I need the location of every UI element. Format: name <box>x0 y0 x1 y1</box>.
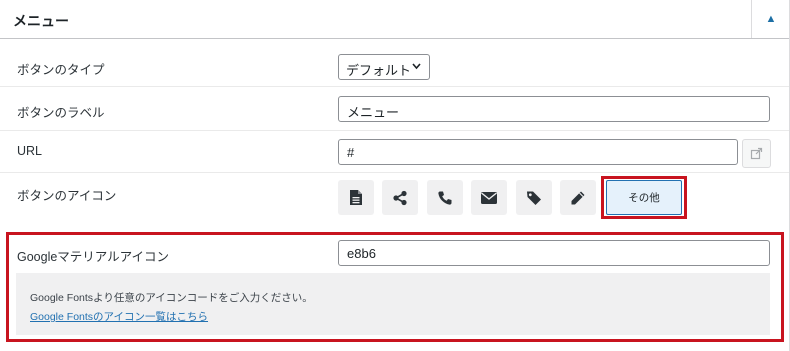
collapse-toggle-button[interactable]: ▲ <box>751 0 790 38</box>
icon-option-envelope[interactable] <box>471 180 507 215</box>
other-icon-button[interactable]: その他 <box>606 180 682 215</box>
chevron-down-icon <box>411 59 422 73</box>
icon-option-tag[interactable] <box>516 180 552 215</box>
button-type-select[interactable]: デフォルト <box>338 54 430 80</box>
material-icon-help: Google Fontsより任意のアイコンコードをご入力ください。 Google… <box>16 273 770 335</box>
triangle-up-icon: ▲ <box>765 13 777 25</box>
panel-title: メニュー <box>13 13 69 29</box>
button-type-label: ボタンのタイプ <box>17 63 105 77</box>
menu-settings-panel: メニュー ▲ ボタンのタイプ デフォルト ボタンのラベル メニュー URL # … <box>0 0 790 351</box>
help-text: Google Fontsより任意のアイコンコードをご入力ください。 <box>30 292 313 304</box>
url-label: URL <box>17 144 43 158</box>
google-fonts-icons-link[interactable]: Google Fontsのアイコン一覧はこちら <box>30 309 208 324</box>
button-label-label: ボタンのラベル <box>17 106 105 120</box>
tag-icon <box>526 190 542 206</box>
button-icon-label: ボタンのアイコン <box>17 189 117 203</box>
material-icon-input[interactable]: e8b6 <box>338 240 770 266</box>
document-icon <box>349 189 363 206</box>
open-url-button[interactable] <box>742 139 771 168</box>
button-label-value: メニュー <box>347 105 400 120</box>
phone-icon <box>437 190 453 206</box>
icon-option-pencil[interactable] <box>560 180 596 215</box>
material-icon-label: Googleマテリアルアイコン <box>17 250 170 264</box>
material-icon-value: e8b6 <box>347 246 376 261</box>
envelope-icon <box>480 191 498 205</box>
button-type-value: デフォルト <box>346 63 412 78</box>
button-label-input[interactable]: メニュー <box>338 96 770 122</box>
other-icon-button-label: その他 <box>628 192 660 204</box>
icon-option-phone[interactable] <box>427 180 463 215</box>
share-icon <box>392 190 408 206</box>
external-link-icon <box>750 147 763 160</box>
pencil-icon <box>570 190 586 206</box>
icon-option-share[interactable] <box>382 180 418 215</box>
panel-header: メニュー ▲ <box>0 0 789 39</box>
icon-option-document[interactable] <box>338 180 374 215</box>
url-input[interactable]: # <box>338 139 738 165</box>
url-value: # <box>347 145 355 160</box>
